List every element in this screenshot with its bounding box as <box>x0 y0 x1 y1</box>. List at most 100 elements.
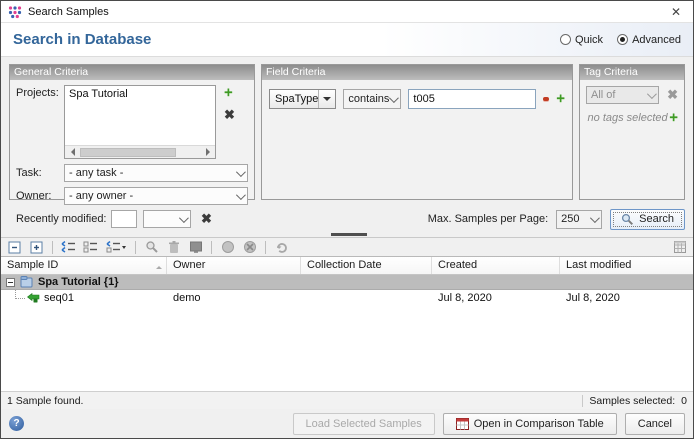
radio-advanced-label: Advanced <box>632 34 681 46</box>
load-selected-samples-button[interactable]: Load Selected Samples <box>293 413 435 435</box>
open-in-comparison-table-button[interactable]: Open in Comparison Table <box>443 413 617 435</box>
table-empty-area <box>1 305 693 391</box>
column-header-created[interactable]: Created <box>432 257 560 274</box>
app-icon <box>8 5 22 19</box>
search-mode-radios: Quick Advanced <box>560 34 681 46</box>
toolbar-separator <box>52 241 53 254</box>
expand-all-icon[interactable] <box>28 240 45 255</box>
scroll-thumb[interactable] <box>80 148 176 157</box>
max-samples-label: Max. Samples per Page: <box>428 213 548 225</box>
collapse-all-icon[interactable] <box>6 240 23 255</box>
search-button[interactable]: Search <box>610 209 685 230</box>
add-criterion-icon[interactable]: + <box>556 93 565 105</box>
field-criteria-title: Field Criteria <box>262 65 572 80</box>
tag-criteria-panel: Tag Criteria All of ✖ no tags selected + <box>579 64 685 200</box>
add-project-icon[interactable]: + <box>224 87 235 99</box>
table-row[interactable]: seq01 demo Jul 8, 2020 Jul 8, 2020 <box>1 290 693 305</box>
sample-owner: demo <box>167 292 301 304</box>
sphere-crossed-icon[interactable] <box>241 240 258 255</box>
column-settings-icon[interactable] <box>671 240 688 255</box>
radio-advanced[interactable]: Advanced <box>617 34 681 46</box>
collapse-group-icon[interactable] <box>6 278 15 287</box>
field-operator-select[interactable]: contains <box>343 89 401 109</box>
remove-criterion-icon[interactable] <box>543 97 549 101</box>
status-separator <box>582 395 583 407</box>
tag-mode-select[interactable]: All of <box>586 86 659 104</box>
sample-created: Jul 8, 2020 <box>432 292 560 304</box>
sample-icon <box>27 293 40 303</box>
project-group-row[interactable]: Spa Tutorial {1} <box>1 275 693 290</box>
general-criteria-title: General Criteria <box>10 65 254 80</box>
header-band: Search in Database Quick Advanced <box>1 23 693 57</box>
title-bar: Search Samples ✕ <box>1 1 693 23</box>
no-tags-text: no tags selected <box>586 112 669 126</box>
projects-list[interactable]: Spa Tutorial <box>64 85 216 159</box>
field-value-input[interactable] <box>408 89 536 109</box>
deselect-all-icon[interactable] <box>82 240 99 255</box>
page-title: Search in Database <box>13 31 151 48</box>
projects-label: Projects: <box>16 85 64 99</box>
selection-options-icon[interactable] <box>104 240 128 255</box>
window-title: Search Samples <box>28 6 109 18</box>
search-samples-dialog: Search Samples ✕ Search in Database Quic… <box>0 0 694 439</box>
group-label: Spa Tutorial {1} <box>38 276 118 288</box>
delete-sample-icon[interactable] <box>165 240 182 255</box>
project-item[interactable]: Spa Tutorial <box>65 86 215 102</box>
task-label: Task: <box>16 167 64 179</box>
radio-advanced-circle <box>617 34 628 45</box>
chevron-down-icon <box>647 89 657 99</box>
criteria-section: General Criteria Projects: Spa Tutorial … <box>1 57 693 205</box>
radio-quick-circle <box>560 34 571 45</box>
add-tag-icon[interactable]: + <box>669 112 678 126</box>
projects-hscrollbar[interactable] <box>65 145 215 158</box>
search-icon <box>621 213 634 226</box>
open-sample-icon[interactable] <box>187 240 204 255</box>
sample-last-modified: Jul 8, 2020 <box>560 292 693 304</box>
chevron-down-icon <box>389 93 399 103</box>
samples-selected-count: 0 <box>681 395 687 407</box>
toolbar-separator <box>135 241 136 254</box>
owner-select[interactable]: - any owner - <box>64 187 248 205</box>
remove-project-icon[interactable]: ✖ <box>224 109 235 121</box>
general-criteria-panel: General Criteria Projects: Spa Tutorial … <box>9 64 255 200</box>
dropdown-arrow-icon <box>318 90 335 108</box>
results-table: Sample ID Owner Collection Date Created … <box>1 256 693 391</box>
search-row: Max. Samples per Page: 250 Search <box>1 205 693 237</box>
samples-selected-label: Samples selected: <box>589 395 675 407</box>
clear-tags-icon[interactable]: ✖ <box>667 89 678 101</box>
tag-criteria-title: Tag Criteria <box>580 65 684 80</box>
splitter-handle[interactable] <box>331 233 367 236</box>
close-icon: ✕ <box>671 5 681 19</box>
radio-quick[interactable]: Quick <box>560 34 603 46</box>
scroll-left-icon[interactable] <box>65 146 78 159</box>
find-in-results-icon[interactable] <box>143 240 160 255</box>
footer-bar: ? Load Selected Samples Open in Comparis… <box>1 409 693 438</box>
status-bar: 1 Sample found. Samples selected: 0 <box>1 391 693 409</box>
chevron-down-icon <box>236 167 246 177</box>
field-criteria-panel: Field Criteria SpaType contains + <box>261 64 573 200</box>
column-header-last-modified[interactable]: Last modified <box>560 257 693 274</box>
max-samples-select[interactable]: 250 <box>556 210 602 229</box>
column-header-collection-date[interactable]: Collection Date <box>301 257 432 274</box>
comparison-table-icon <box>456 418 469 430</box>
cancel-button[interactable]: Cancel <box>625 413 685 435</box>
table-header-row: Sample ID Owner Collection Date Created … <box>1 257 693 275</box>
sample-id: seq01 <box>44 292 74 304</box>
column-header-sample-id[interactable]: Sample ID <box>1 257 167 274</box>
radio-quick-label: Quick <box>575 34 603 46</box>
owner-label: Owner: <box>16 190 64 202</box>
results-toolbar <box>1 237 693 256</box>
toolbar-separator <box>211 241 212 254</box>
tree-branch <box>15 290 25 299</box>
chevron-down-icon <box>236 190 246 200</box>
select-all-icon[interactable] <box>60 240 77 255</box>
task-select[interactable]: - any task - <box>64 164 248 182</box>
close-button[interactable]: ✕ <box>659 1 693 23</box>
help-icon[interactable]: ? <box>9 416 24 431</box>
samples-found-text: 1 Sample found. <box>7 395 83 407</box>
column-header-owner[interactable]: Owner <box>167 257 301 274</box>
scroll-right-icon[interactable] <box>202 146 215 159</box>
sphere-icon[interactable] <box>219 240 236 255</box>
field-name-combobox[interactable]: SpaType <box>269 89 336 109</box>
refresh-icon[interactable] <box>273 240 290 255</box>
